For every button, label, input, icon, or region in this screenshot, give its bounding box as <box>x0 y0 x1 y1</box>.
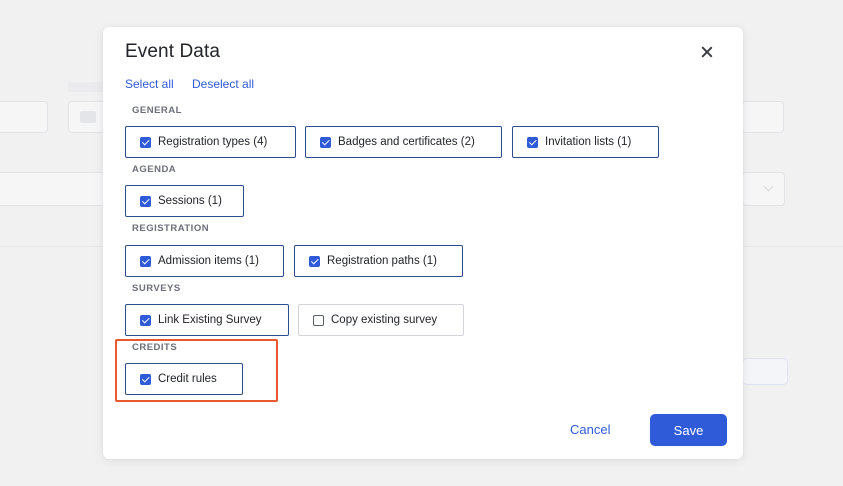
save-button[interactable]: Save <box>650 414 727 446</box>
deselect-all-link[interactable]: Deselect all <box>192 77 254 91</box>
checkbox-label: Credit rules <box>158 373 217 385</box>
checkbox-label: Badges and certificates (2) <box>338 136 475 148</box>
section-label-surveys: SURVEYS <box>132 283 181 294</box>
section-label-general: GENERAL <box>132 105 182 116</box>
select-all-link[interactable]: Select all <box>125 77 174 91</box>
checkbox-label: Registration paths (1) <box>327 255 437 267</box>
checkbox-icon <box>313 314 324 326</box>
bg-chip <box>80 111 96 123</box>
checkbox-label: Invitation lists (1) <box>545 136 632 148</box>
checkbox-label: Registration types (4) <box>158 136 268 148</box>
section-label-credits: CREDITS <box>132 342 178 353</box>
checkbox-icon <box>527 136 538 148</box>
checkbox-icon <box>140 136 151 148</box>
checkbox-icon <box>140 195 151 207</box>
checkbox-registration-types[interactable]: Registration types (4) <box>125 126 296 158</box>
checkbox-sessions[interactable]: Sessions (1) <box>125 185 244 217</box>
checkbox-link-existing-survey[interactable]: Link Existing Survey <box>125 304 289 336</box>
checkbox-label: Link Existing Survey <box>158 314 262 326</box>
checkbox-copy-existing-survey[interactable]: Copy existing survey <box>298 304 464 336</box>
bg-input-right <box>742 101 784 133</box>
bg-button <box>742 358 788 385</box>
section-label-agenda: AGENDA <box>132 164 177 175</box>
section-label-registration: REGISTRATION <box>132 223 210 234</box>
checkbox-admission-items[interactable]: Admission items (1) <box>125 245 284 277</box>
checkbox-label: Sessions (1) <box>158 195 222 207</box>
event-data-modal: Event Data Select all Deselect all GENER… <box>103 27 743 459</box>
checkbox-icon <box>309 255 320 267</box>
checkbox-label: Admission items (1) <box>158 255 259 267</box>
modal-title: Event Data <box>125 41 220 62</box>
checkbox-icon <box>140 314 151 326</box>
checkbox-badges-certificates[interactable]: Badges and certificates (2) <box>305 126 502 158</box>
checkbox-icon <box>320 136 331 148</box>
checkbox-icon <box>140 373 151 385</box>
checkbox-invitation-lists[interactable]: Invitation lists (1) <box>512 126 659 158</box>
bg-select-left <box>0 172 106 206</box>
close-icon[interactable] <box>696 41 718 63</box>
checkbox-label: Copy existing survey <box>331 314 438 326</box>
bg-field-label <box>68 82 103 92</box>
bg-input-left <box>0 101 48 133</box>
bg-select-right <box>742 172 785 206</box>
checkbox-credit-rules[interactable]: Credit rules <box>125 363 243 395</box>
checkbox-registration-paths[interactable]: Registration paths (1) <box>294 245 463 277</box>
checkbox-icon <box>140 255 151 267</box>
cancel-button[interactable]: Cancel <box>570 422 610 437</box>
